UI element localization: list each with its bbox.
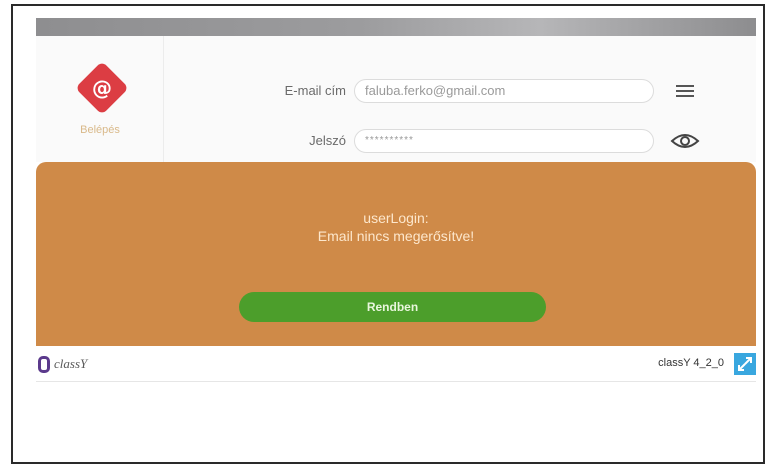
logo-at-icon: @ (92, 76, 112, 100)
email-label: E-mail cím (284, 83, 346, 98)
eye-icon[interactable] (670, 132, 700, 150)
footer-bar: classY classY 4_2_0 (36, 346, 756, 382)
top-image-strip (36, 18, 756, 36)
error-dialog: userLogin: Email nincs megerősítve! Rend… (36, 162, 756, 346)
logo-column: @ Belépés (36, 36, 164, 162)
brand-name: classY (54, 356, 88, 371)
ok-button[interactable]: Rendben (239, 292, 546, 322)
email-field[interactable]: faluba.ferko@gmail.com (354, 79, 654, 103)
expand-icon (738, 357, 752, 371)
brand-logo-icon (38, 356, 50, 373)
logo-text: Belépés (80, 124, 120, 136)
menu-icon[interactable] (676, 82, 694, 98)
login-panel: @ Belépés E-mail cím faluba.ferko@gmail.… (36, 36, 756, 162)
password-label: Jelszó (309, 133, 346, 148)
dialog-title: userLogin: (363, 210, 429, 226)
version-label: classY 4_2_0 (658, 357, 724, 369)
dialog-message: Email nincs megerősítve! (317, 228, 475, 244)
password-field[interactable]: ********** (354, 129, 654, 153)
expand-button[interactable] (734, 353, 756, 375)
